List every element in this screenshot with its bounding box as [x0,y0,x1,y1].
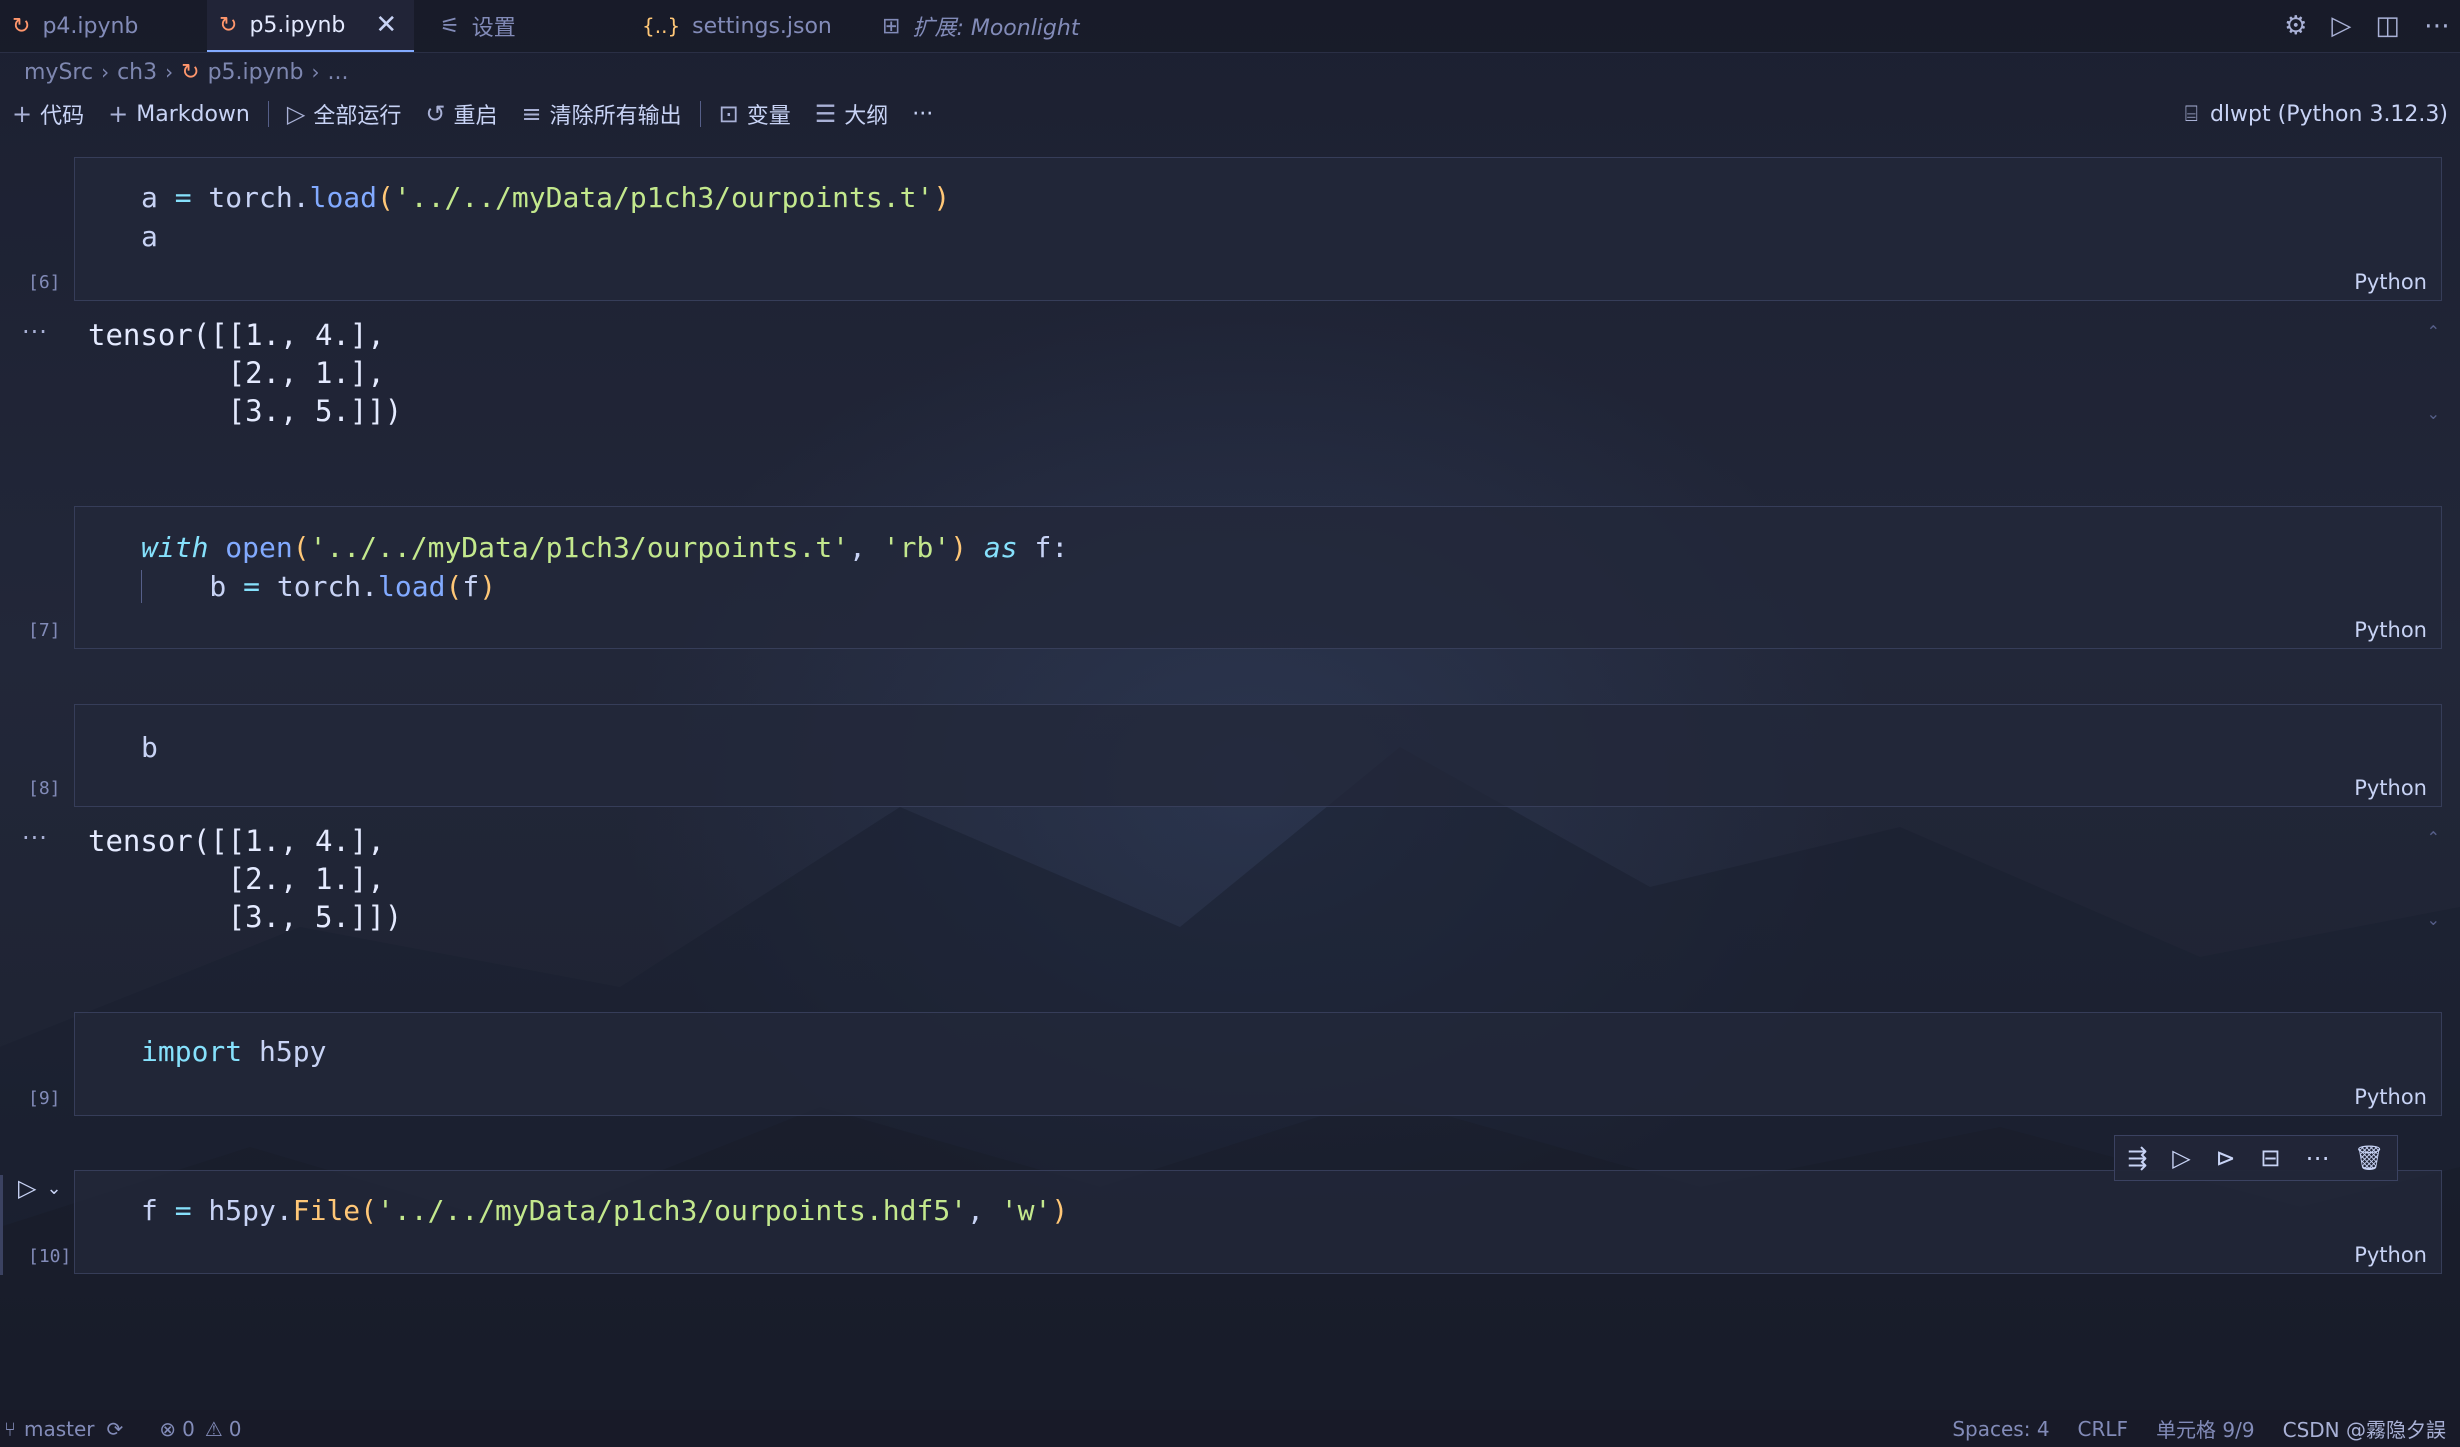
tab-settings[interactable]: ⚟ 设置 [428,0,618,52]
divider [699,101,701,127]
breadcrumb-item[interactable]: p5.ipynb [208,60,304,85]
gear-icon[interactable]: ⚙ [2284,11,2307,41]
cell-source[interactable]: b [141,728,158,767]
warning-icon: ⚠ [204,1416,223,1441]
watermark: CSDN @霧隐夕誤 [2282,1418,2446,1442]
chevron-down-icon: ⌄ [2426,404,2440,423]
kernel-server-icon: ⌸ [2184,101,2198,127]
outline-list-icon: ☰ [814,100,837,128]
cell-position-status[interactable]: 单元格 9/9 [2156,1414,2255,1443]
cell-toolbar: ⇶ ▷ ⊳ ⊟ ⋯ 🗑 [2114,1135,2398,1181]
outline-button[interactable]: ☰ 大纲 [803,92,901,136]
sync-icon[interactable]: ⟳ [107,1417,124,1441]
more-actions-icon[interactable]: ⋯ [2424,11,2450,41]
divider [267,101,269,127]
tab-extension-moonlight[interactable]: ⊞ 扩展: Moonlight [870,0,1100,52]
close-icon[interactable]: ✕ [375,10,397,40]
settings-sliders-icon: ⚟ [440,13,460,39]
extensions-icon: ⊞ [882,13,901,39]
code-cell[interactable]: f = h5py.File('../../myData/p1ch3/ourpoi… [74,1170,2442,1274]
run-below-icon[interactable]: ⊳ [2216,1144,2236,1172]
variables-button[interactable]: ⊡ 变量 [707,92,803,136]
cell-source[interactable]: import h5py [141,1032,326,1071]
plus-icon: + [108,100,129,128]
variables-icon: ⊡ [718,100,739,128]
run-icon: ▷ [18,1174,37,1202]
cell-source[interactable]: with open('../../myData/p1ch3/ourpoints.… [141,528,1068,606]
execution-count: [9] [28,1088,61,1109]
breadcrumb: mySrc › ch3 › ↻ p5.ipynb › ... [24,56,349,88]
clear-all-icon: ≡ [521,100,542,128]
execution-count: [6] [28,272,61,293]
delete-icon[interactable]: 🗑 [2354,1144,2384,1172]
split-cell-icon[interactable]: ⊟ [2260,1144,2280,1172]
code-cell[interactable]: import h5py Python [74,1012,2442,1116]
chevron-down-icon: ⌄ [2426,910,2440,929]
cell-language[interactable]: Python [2354,776,2427,800]
plus-icon: + [12,100,33,128]
error-icon: ⊗ [159,1416,177,1441]
run-cell-icon[interactable]: ▷ [2172,1144,2190,1172]
restart-icon: ↺ [425,100,446,128]
run-all-icon: ▷ [286,100,306,128]
status-bar: ⑂ master ⟳ ⊗ 0 ⚠ 0 Spaces: 4 CRLF 单元格 9/… [0,1410,2460,1447]
code-cell[interactable]: b Python [74,704,2442,807]
error-count[interactable]: 0 [182,1417,195,1441]
json-braces-icon: {..} [642,14,681,38]
branch-icon: ⑂ [4,1416,16,1441]
eol-status[interactable]: CRLF [2078,1417,2129,1441]
execution-count: [7] [28,620,61,641]
run-cell-button[interactable]: ▷ ⌄ [18,1174,62,1202]
tab-settings-json[interactable]: {..} settings.json [630,0,860,52]
tab-p5[interactable]: ↻ p5.ipynb ✕ [207,0,414,52]
breadcrumb-item[interactable]: ch3 [117,60,157,85]
cell-output: tensor([[1., 4.], [2., 1.], [3., 5.]]) [88,824,403,934]
cell-source[interactable]: f = h5py.File('../../myData/p1ch3/ourpoi… [141,1191,1068,1230]
run-icon[interactable]: ▷ [2331,11,2351,41]
code-cell[interactable]: with open('../../myData/p1ch3/ourpoints.… [74,506,2442,649]
clear-outputs-button[interactable]: ≡ 清除所有输出 [509,92,693,136]
restart-button[interactable]: ↺ 重启 [413,92,509,136]
chevron-right-icon: › [311,60,320,84]
indentation-status[interactable]: Spaces: 4 [1952,1417,2049,1441]
chevron-up-icon: ⌃ [2426,828,2440,847]
toolbar-more-button[interactable]: ··· [900,92,945,136]
run-all-button[interactable]: ▷ 全部运行 [275,92,413,136]
tab-p4[interactable]: ↻ p4.ipynb [0,0,205,52]
cell-language[interactable]: Python [2354,270,2427,294]
notebook-icon: ↻ [181,59,200,85]
chevron-right-icon: › [165,60,174,84]
execution-count: [10] [28,1246,72,1267]
add-markdown-button[interactable]: + Markdown [96,92,262,136]
editor-actions: ⚙ ▷ ◫ ⋯ [2284,0,2450,52]
focus-indicator [0,1175,3,1275]
breadcrumb-item[interactable]: mySrc [24,60,93,85]
chevron-right-icon: › [101,60,110,84]
tab-bar: ↻ p4.ipynb ↻ p5.ipynb ✕ ⚟ 设置 {..} settin… [0,0,2460,53]
notebook-toolbar: + 代码 + Markdown ▷ 全部运行 ↺ 重启 ≡ 清除所有输出 ⊡ 变量 ☰ 大纲 … [0,92,2460,136]
breadcrumb-item[interactable]: ... [328,60,349,85]
split-editor-icon[interactable]: ◫ [2375,11,2400,41]
output-more-icon[interactable]: ··· [22,318,48,346]
chevron-up-icon: ⌃ [2426,322,2440,341]
chevron-down-icon[interactable]: ⌄ [46,1178,61,1199]
cell-language[interactable]: Python [2354,1243,2427,1267]
cell-source[interactable]: a = torch.load('../../myData/p1ch3/ourpo… [141,178,950,256]
git-branch[interactable]: master [24,1417,95,1441]
kernel-picker[interactable]: ⌸ dlwpt (Python 3.12.3) [2185,92,2448,136]
output-more-icon[interactable]: ··· [22,824,48,852]
code-cell[interactable]: a = torch.load('../../myData/p1ch3/ourpo… [74,157,2442,301]
cell-output: tensor([[1., 4.], [2., 1.], [3., 5.]]) [88,318,403,428]
more-actions-icon[interactable]: ⋯ [2305,1144,2329,1172]
notebook-icon: ↻ [12,13,31,39]
run-above-icon[interactable]: ⇶ [2127,1144,2147,1172]
execution-count: [8] [28,778,61,799]
notebook-icon: ↻ [219,12,238,38]
warning-count[interactable]: 0 [229,1417,242,1441]
cell-language[interactable]: Python [2354,618,2427,642]
add-code-button[interactable]: + 代码 [0,92,96,136]
cell-language[interactable]: Python [2354,1085,2427,1109]
